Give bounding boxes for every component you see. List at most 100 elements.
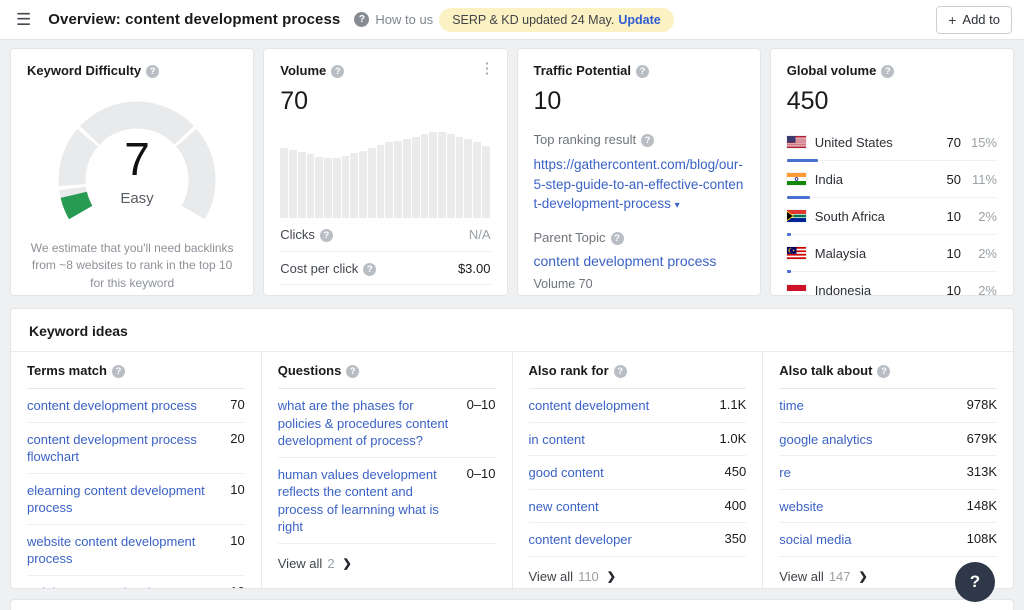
caret-down-icon: ▾ [675, 200, 680, 211]
global-volume-help-icon[interactable]: ? [881, 65, 894, 78]
country-row-malaysia: Malaysia 10 2% [787, 235, 997, 272]
kd-help-icon[interactable]: ? [146, 65, 159, 78]
traffic-potential-title: Traffic Potential [534, 63, 632, 78]
chevron-right-icon: ❯ [607, 570, 616, 583]
kebab-menu-icon[interactable]: ⋮ [480, 59, 495, 77]
flag-malaysia-icon [787, 247, 806, 259]
view-all-also-rank[interactable]: View all110❯ [529, 557, 747, 589]
keyword-link[interactable]: content development process flowchart [27, 431, 220, 466]
parent-topic-help-icon[interactable]: ? [611, 232, 624, 245]
top-ranking-help-icon[interactable]: ? [641, 134, 654, 147]
keyword-row: time 978K [779, 389, 997, 423]
keyword-row: in content 1.0K [529, 423, 747, 457]
keyword-volume: 1.0K [720, 431, 747, 446]
keyword-volume: 679K [967, 431, 997, 446]
how-to-label: How to us [375, 12, 433, 27]
cpc-value: $3.00 [458, 261, 491, 276]
country-name: India [815, 172, 931, 187]
keyword-volume: 978K [967, 397, 997, 412]
cps-help-icon[interactable]: ? [385, 296, 398, 297]
keyword-link[interactable]: social media [779, 531, 956, 549]
country-row-india: India 50 11% [787, 161, 997, 198]
keyword-link[interactable]: content development [529, 397, 710, 415]
flag-us-icon [787, 136, 806, 148]
global-volume-card: Global volume? 450 United States 70 15% … [770, 48, 1014, 296]
flag-india-icon [787, 173, 806, 185]
traffic-potential-card: Traffic Potential? 10 Top ranking result… [517, 48, 761, 296]
keyword-row: re 313K [779, 456, 997, 490]
keyword-volume: 70 [230, 397, 244, 412]
cpc-label: Cost per click? [280, 261, 376, 276]
keyword-link[interactable]: content development process [27, 397, 220, 415]
keyword-volume: 10 [230, 533, 244, 548]
tp-help-icon[interactable]: ? [636, 65, 649, 78]
update-link[interactable]: Update [618, 13, 660, 27]
help-floating-button[interactable]: ? [955, 562, 995, 602]
help-circle-icon: ? [354, 12, 369, 27]
metric-cards-row: Keyword Difficulty? 7 Easy We estimate t… [10, 48, 1014, 296]
hamburger-menu-icon[interactable]: ☰ [16, 10, 31, 30]
also-rank-for-column: Also rank for? content development1.1K i… [512, 352, 763, 589]
parent-topic-link[interactable]: content development process [534, 253, 717, 269]
flag-south-africa-icon [787, 210, 806, 222]
volume-help-icon[interactable]: ? [331, 65, 344, 78]
keyword-ideas-title: Keyword ideas [11, 309, 1013, 352]
keyword-link[interactable]: training content development process [27, 584, 220, 589]
next-section-panel-edge [10, 599, 1014, 610]
parent-topic-volume: Volume 70 [534, 277, 744, 291]
keyword-volume: 10 [230, 584, 244, 589]
keyword-row: content development1.1K [529, 389, 747, 423]
kd-difficulty-label: Easy [27, 190, 247, 207]
top-ranking-url-link[interactable]: https://gathercontent.com/blog/our-5-ste… [534, 155, 744, 214]
keyword-link[interactable]: good content [529, 464, 715, 482]
keyword-row: content developer 350 [529, 523, 747, 557]
parent-topic-label: Parent Topic? [534, 230, 744, 245]
also-talk-about-column: Also talk about? time 978K google analyti… [762, 352, 1013, 589]
keyword-link[interactable]: google analytics [779, 431, 956, 449]
how-to-link[interactable]: ? How to us [354, 12, 433, 27]
cpc-help-icon[interactable]: ? [363, 263, 376, 276]
view-all-questions[interactable]: View all2❯ [278, 544, 496, 583]
update-notice-text: SERP & KD updated 24 May. [452, 13, 614, 27]
also-talk-help-icon[interactable]: ? [877, 365, 890, 378]
kd-value: 7 [27, 136, 247, 182]
keyword-link[interactable]: in content [529, 431, 710, 449]
also-rank-help-icon[interactable]: ? [614, 365, 627, 378]
keyword-link[interactable]: time [779, 397, 956, 415]
kd-title: Keyword Difficulty [27, 63, 141, 78]
country-row-indonesia: Indonesia 10 2% [787, 272, 997, 296]
cpc-row: Cost per click? $3.00 [280, 251, 490, 284]
keyword-volume: 148K [967, 498, 997, 513]
add-to-button[interactable]: + Add to [936, 6, 1012, 34]
keyword-difficulty-card: Keyword Difficulty? 7 Easy We estimate t… [10, 48, 254, 296]
keyword-link[interactable]: human values development reflects the co… [278, 466, 457, 536]
global-volume-value: 450 [787, 87, 997, 116]
keyword-row: training content development process 10 [27, 576, 245, 589]
keyword-link[interactable]: new content [529, 498, 715, 516]
keyword-volume: 10 [230, 482, 244, 497]
country-volume: 10 [931, 209, 961, 224]
top-ranking-label: Top ranking result? [534, 132, 744, 147]
keyword-row: good content450 [529, 456, 747, 490]
add-to-label: Add to [962, 12, 1000, 27]
questions-help-icon[interactable]: ? [346, 365, 359, 378]
keyword-link[interactable]: re [779, 464, 956, 482]
keyword-ideas-panel: Keyword ideas Terms match? content devel… [10, 308, 1014, 589]
terms-match-column: Terms match? content development process… [11, 352, 261, 589]
keyword-volume: 313K [967, 464, 997, 479]
keyword-volume: 350 [725, 531, 747, 546]
terms-match-help-icon[interactable]: ? [112, 365, 125, 378]
keyword-link[interactable]: content developer [529, 531, 715, 549]
also-talk-about-header: Also talk about? [779, 352, 997, 389]
keyword-link[interactable]: what are the phases for policies & proce… [278, 397, 457, 450]
keyword-row: human values development reflects the co… [278, 458, 496, 544]
chevron-right-icon: ❯ [343, 557, 352, 570]
volume-card: Volume? ⋮ 70 Clicks? N/A Cost per click?… [263, 48, 507, 296]
keyword-link[interactable]: elearning content development process [27, 482, 220, 517]
country-name: South Africa [815, 209, 931, 224]
clicks-help-icon[interactable]: ? [320, 229, 333, 242]
keyword-link[interactable]: website content development process [27, 533, 220, 568]
keyword-link[interactable]: website [779, 498, 956, 516]
kd-gauge: 7 Easy [27, 84, 247, 230]
page-title: Overview: content development process [48, 11, 340, 28]
